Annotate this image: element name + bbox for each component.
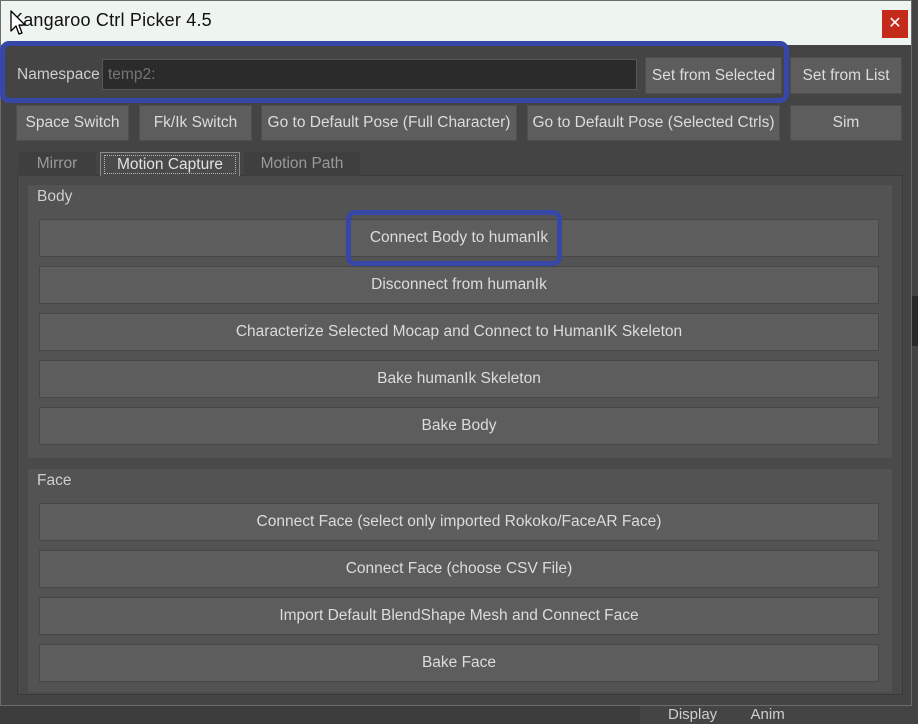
body-group-label: Body [37,188,73,205]
connect-face-rokoko-button[interactable]: Connect Face (select only imported Rokok… [39,503,879,541]
background-tab-display[interactable]: Display [668,706,717,723]
close-button[interactable]: ✕ [882,10,908,38]
space-switch-button[interactable]: Space Switch [16,105,129,141]
connect-face-csv-button[interactable]: Connect Face (choose CSV File) [39,550,879,588]
connect-body-highlight-box [346,210,562,266]
background-tabs: Display Anim [668,706,815,723]
tab-motion-capture-label: Motion Capture [104,155,236,174]
background-divider [912,296,918,346]
tab-motion-capture[interactable]: Motion Capture [100,152,240,176]
sim-button[interactable]: Sim [790,105,902,141]
tab-motion-path[interactable]: Motion Path [244,152,360,176]
disconnect-humanik-button[interactable]: Disconnect from humanIk [39,266,879,304]
bake-face-button[interactable]: Bake Face [39,644,879,682]
fkik-switch-button[interactable]: Fk/Ik Switch [139,105,252,141]
background-tab-anim[interactable]: Anim [751,706,785,723]
default-pose-full-button[interactable]: Go to Default Pose (Full Character) [261,105,517,141]
title-bar[interactable]: Kangaroo Ctrl Picker 4.5 ✕ [1,1,911,45]
close-icon: ✕ [888,15,902,32]
window-title: Kangaroo Ctrl Picker 4.5 [11,10,212,30]
bake-humanik-skeleton-button[interactable]: Bake humanIk Skeleton [39,360,879,398]
characterize-mocap-button[interactable]: Characterize Selected Mocap and Connect … [39,313,879,351]
set-from-list-button[interactable]: Set from List [790,57,902,94]
face-group-label: Face [37,472,72,489]
mouse-pointer-icon [10,10,26,35]
default-pose-selected-button[interactable]: Go to Default Pose (Selected Ctrls) [527,105,780,141]
import-blendshape-button[interactable]: Import Default BlendShape Mesh and Conne… [39,597,879,635]
tab-mirror[interactable]: Mirror [18,152,96,176]
picker-window: Kangaroo Ctrl Picker 4.5 ✕ Namespace Set… [0,0,912,706]
namespace-highlight-box [0,41,789,103]
bake-body-button[interactable]: Bake Body [39,407,879,445]
